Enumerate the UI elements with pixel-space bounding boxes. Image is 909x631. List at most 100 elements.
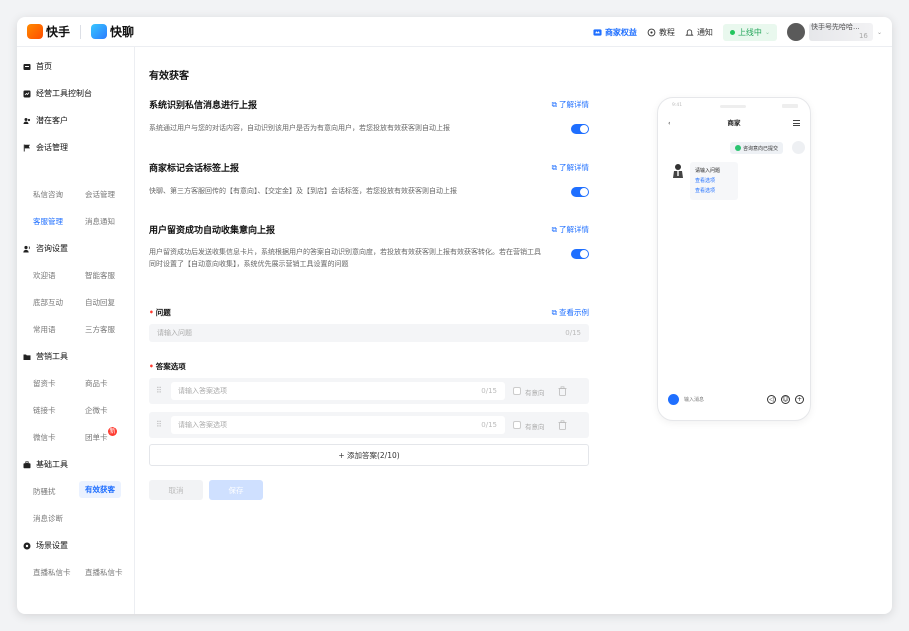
consult-user-icon bbox=[23, 245, 30, 252]
section-3-detail-link[interactable]: ⧉ 了解详情 bbox=[552, 224, 589, 235]
user-name: 快手号先哈哈... bbox=[810, 23, 860, 31]
app-window: 快手 快聊 商家权益 教程 通知 上线中 ⌄ 快手号先哈哈... 16 ⌄ 首页… bbox=[17, 17, 892, 614]
plus-icon[interactable]: + bbox=[795, 394, 804, 404]
external-link-icon: ⧉ bbox=[551, 224, 557, 234]
top-header: 快手 快聊 商家权益 教程 通知 上线中 ⌄ 快手号先哈哈... 16 ⌄ bbox=[17, 17, 892, 47]
emoji-icon[interactable]: ☺ bbox=[781, 394, 790, 404]
phone-question-card: 请输入问题 查看选项 查看选项 bbox=[690, 162, 738, 200]
sidebar-item-session-manage[interactable]: 会话管理 bbox=[85, 189, 115, 200]
section-2-detail-link[interactable]: ⧉ 了解详情 bbox=[552, 162, 589, 173]
answers-label: • 答案选项 bbox=[149, 362, 186, 371]
phone-status-time: 9:41 bbox=[672, 103, 683, 108]
sidebar-item-auto-reply[interactable]: 自动回复 bbox=[85, 297, 115, 308]
answer-row-1: ⠿ 请输入答案选项 0/15 有意向 bbox=[149, 378, 589, 404]
header-actions: 商家权益 教程 通知 上线中 ⌄ 快手号先哈哈... 16 ⌄ bbox=[593, 17, 882, 47]
answer-row-2: ⠿ 请输入答案选项 0/15 有意向 bbox=[149, 412, 589, 438]
question-input[interactable]: 请输入问题 0/15 bbox=[149, 324, 589, 342]
sidebar-item-smart-service[interactable]: 智能客服 bbox=[85, 270, 115, 281]
sidebar-item-msg-notify[interactable]: 消息通知 bbox=[85, 216, 115, 227]
save-button[interactable]: 保存 bbox=[209, 480, 263, 500]
user-name-block: 快手号先哈哈... 16 bbox=[808, 23, 873, 41]
sidebar-label-scene: 场景设置 bbox=[36, 541, 68, 550]
sidebar-item-wechat-card[interactable]: 微信卡 bbox=[33, 432, 56, 443]
tutorial-link[interactable]: 教程 bbox=[647, 27, 675, 38]
sidebar-label-marketing: 营销工具 bbox=[36, 352, 68, 361]
phone-nav-bar: ‹ 商家 bbox=[658, 116, 810, 130]
sidebar-item-live-private-2[interactable]: 直播私信卡 bbox=[85, 567, 123, 578]
merchant-avatar-icon bbox=[673, 164, 683, 178]
kuailiao-logo[interactable]: 快聊 bbox=[91, 23, 134, 40]
online-status-dropdown[interactable]: 上线中 ⌄ bbox=[722, 23, 777, 41]
phone-user-avatar bbox=[792, 141, 805, 154]
sidebar-group-session[interactable]: 会话管理 bbox=[23, 142, 68, 153]
section-2-toggle[interactable] bbox=[571, 187, 589, 197]
user-menu[interactable]: 快手号先哈哈... 16 ⌄ bbox=[786, 23, 882, 41]
sidebar-item-group-card[interactable]: 团单卡 bbox=[85, 432, 108, 443]
sidebar-item-bottom-interact[interactable]: 底部互动 bbox=[33, 297, 63, 308]
view-example-link[interactable]: ⧉ 查看示例 bbox=[552, 307, 589, 318]
drag-handle-icon[interactable]: ⠿ bbox=[156, 386, 162, 395]
phone-tip-text: 咨询意向已提交 bbox=[743, 145, 779, 152]
answer-input-2[interactable]: 请输入答案选项 0/15 bbox=[171, 416, 505, 434]
sidebar-item-console[interactable]: 经营工具控制台 bbox=[23, 88, 92, 99]
phone-input[interactable]: 输入消息 bbox=[684, 396, 762, 403]
user-chevron-icon: ⌄ bbox=[876, 28, 882, 36]
kuaishou-logo-icon bbox=[27, 24, 43, 39]
section-3-detail-label: 了解详情 bbox=[559, 225, 589, 234]
intent-checkbox-1[interactable] bbox=[513, 387, 521, 395]
sidebar-group-scene[interactable]: 场景设置 bbox=[23, 540, 68, 551]
sidebar-item-live-private-1[interactable]: 直播私信卡 bbox=[33, 567, 71, 578]
folder-icon bbox=[23, 354, 31, 360]
phone-menu-icon[interactable] bbox=[793, 120, 800, 126]
sidebar: 首页 经营工具控制台 潜在客户 会话管理 私信咨询 会话管理 客服管理 消息通知… bbox=[17, 47, 135, 614]
notify-link[interactable]: 通知 bbox=[685, 27, 713, 38]
phone-card-answer-1[interactable]: 查看选项 bbox=[695, 176, 738, 186]
sidebar-item-effective-leads[interactable]: 有效获客 bbox=[79, 481, 121, 498]
sidebar-label-home: 首页 bbox=[36, 62, 52, 71]
section-3-toggle[interactable] bbox=[571, 249, 589, 259]
check-icon bbox=[735, 145, 741, 151]
sidebar-item-private-consult[interactable]: 私信咨询 bbox=[33, 189, 63, 200]
sidebar-item-potential[interactable]: 潜在客户 bbox=[23, 115, 68, 126]
phone-card-answer-2[interactable]: 查看选项 bbox=[695, 186, 738, 196]
answer-input-1[interactable]: 请输入答案选项 0/15 bbox=[171, 382, 505, 400]
section-3-desc: 用户留资成功后发送收集信息卡片，系统根据用户的答案自动识别意向度，若投放有效获客… bbox=[149, 248, 541, 268]
phone-intent-tip: 咨询意向已提交 bbox=[730, 142, 784, 154]
merchant-rights-link[interactable]: 商家权益 bbox=[593, 27, 637, 38]
phone-back-icon[interactable]: ‹ bbox=[668, 116, 671, 130]
sidebar-item-third-service[interactable]: 三方客服 bbox=[85, 324, 115, 335]
sidebar-label-basic: 基础工具 bbox=[36, 460, 68, 469]
online-status-label: 上线中 bbox=[737, 27, 762, 37]
sidebar-item-common-phrases[interactable]: 常用语 bbox=[33, 324, 56, 335]
page-title: 有效获客 bbox=[149, 71, 189, 82]
add-answer-button[interactable]: + 添加答案(2/10) bbox=[149, 444, 589, 466]
cancel-button[interactable]: 取消 bbox=[149, 480, 203, 500]
drag-handle-icon[interactable]: ⠿ bbox=[156, 420, 162, 429]
camera-icon[interactable] bbox=[668, 393, 679, 405]
sidebar-item-msg-diagnose[interactable]: 消息诊断 bbox=[33, 513, 63, 524]
section-1-detail-label: 了解详情 bbox=[559, 100, 589, 109]
sidebar-group-consult[interactable]: 咨询设置 bbox=[23, 243, 68, 254]
intent-checkbox-2[interactable] bbox=[513, 421, 521, 429]
sidebar-item-anti-harass[interactable]: 防骚扰 bbox=[33, 486, 56, 497]
external-link-icon: ⧉ bbox=[551, 99, 557, 109]
kuaishou-logo[interactable]: 快手 bbox=[27, 23, 70, 40]
sidebar-item-home[interactable]: 首页 bbox=[23, 61, 52, 72]
sidebar-group-marketing[interactable]: 营销工具 bbox=[23, 351, 68, 362]
sidebar-item-lead-card[interactable]: 留资卡 bbox=[33, 378, 56, 389]
sidebar-item-service-mgmt[interactable]: 客服管理 bbox=[33, 216, 63, 227]
voice-icon[interactable]: ◁ bbox=[767, 394, 776, 404]
section-3-title: 用户留资成功自动收集意向上报 bbox=[149, 226, 276, 236]
section-1-detail-link[interactable]: ⧉ 了解详情 bbox=[552, 99, 589, 110]
sidebar-group-basic[interactable]: 基础工具 bbox=[23, 459, 68, 470]
section-1-desc: 系统通过用户与您的对话内容，自动识别该用户是否为有意向用户，若您投放有效获客则自… bbox=[149, 124, 450, 132]
sidebar-item-link-card[interactable]: 链接卡 bbox=[33, 405, 56, 416]
sidebar-item-product-card[interactable]: 商品卡 bbox=[85, 378, 108, 389]
phone-notch bbox=[720, 105, 746, 108]
trash-icon[interactable] bbox=[558, 386, 567, 396]
answer-char-count-1: 0/15 bbox=[481, 387, 497, 395]
section-1-toggle[interactable] bbox=[571, 124, 589, 134]
sidebar-item-wecom-card[interactable]: 企微卡 bbox=[85, 405, 108, 416]
trash-icon[interactable] bbox=[558, 420, 567, 430]
sidebar-item-welcome[interactable]: 欢迎语 bbox=[33, 270, 56, 281]
